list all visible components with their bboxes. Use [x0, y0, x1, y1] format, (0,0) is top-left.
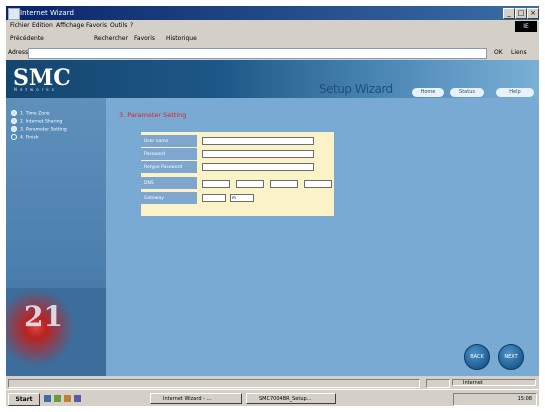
smc-logo-subtitle: Networks [14, 87, 57, 92]
ie-window-icon [8, 8, 20, 20]
step-parameter-setting[interactable]: 3. Parameter Setting [11, 126, 67, 134]
taskbar-item-setup[interactable]: SMC7004BR_Setup... [246, 393, 336, 404]
menu-bar: Fichier Edition Affichage Favoris Outils… [6, 21, 539, 32]
parameter-form: User name Password Retype Password DNS G… [141, 132, 334, 216]
quicklaunch-ie-icon[interactable] [44, 395, 51, 402]
system-tray: 15:08 [453, 393, 537, 406]
header-banner: SMC Networks Setup Wizard Home Status He… [6, 60, 539, 98]
close-button[interactable]: × [527, 8, 539, 19]
taskbar-item-browser[interactable]: Internet Wizard - ... [150, 393, 242, 404]
ie-throbber-logo: IE [515, 21, 537, 32]
status-internet-zone: Internet [452, 379, 536, 386]
page-viewport: SMC Networks Setup Wizard Home Status He… [6, 60, 539, 376]
start-button[interactable]: Start [8, 393, 40, 406]
tab-help[interactable]: Help [496, 88, 534, 97]
dns-octet-1[interactable] [202, 180, 230, 188]
address-input[interactable] [28, 48, 487, 59]
window-title: Internet Wizard [20, 9, 74, 17]
favorites-button[interactable]: Favoris [134, 35, 155, 42]
quicklaunch-outlook-icon[interactable] [54, 395, 61, 402]
gateway-input-2[interactable]: m [230, 194, 254, 202]
step-label: 3. Parameter Setting [20, 127, 67, 133]
quicklaunch-desktop-icon[interactable] [64, 395, 71, 402]
search-button[interactable]: Rechercher [94, 35, 128, 42]
retype-password-input[interactable] [202, 163, 314, 171]
main-panel: 3. Parameter Setting User name Password … [106, 98, 539, 376]
menu-edit[interactable]: Edition [32, 22, 53, 29]
maximize-button[interactable]: □ [515, 8, 527, 19]
dns-octet-4[interactable] [304, 180, 332, 188]
desktop-screen: Internet Wizard _ □ × Fichier Edition Af… [6, 6, 539, 406]
step-finish[interactable]: 4. Finish [11, 134, 39, 142]
password-input[interactable] [202, 150, 314, 158]
tab-home[interactable]: Home [412, 88, 444, 97]
status-text-zone [8, 379, 420, 388]
back-nav-button[interactable]: BACK [464, 344, 490, 370]
menu-tools[interactable]: Outils [110, 22, 127, 29]
step-done-icon [11, 126, 17, 132]
next-nav-button[interactable]: NEXT [498, 344, 524, 370]
menu-help[interactable]: ? [130, 22, 133, 29]
quicklaunch-media-icon[interactable] [74, 395, 81, 402]
browser-toolbar: Précédente Rechercher Favoris Historique [6, 33, 539, 46]
setup-wizard-title: Setup Wizard [319, 82, 393, 96]
gateway-input-1[interactable] [202, 194, 226, 202]
minimize-button[interactable]: _ [503, 8, 515, 19]
tab-status[interactable]: Status [450, 88, 484, 97]
wizard-sidebar: 1. Time Zone 2. Internet Sharing 3. Para… [6, 98, 106, 376]
step-label: 4. Finish [20, 135, 39, 141]
menu-favorites[interactable]: Favoris [86, 22, 107, 29]
back-button[interactable]: Précédente [10, 35, 44, 42]
step-done-icon [11, 118, 17, 124]
retype-password-label: Retype Password [141, 161, 197, 174]
status-bar: Internet [6, 377, 539, 388]
links-button[interactable]: Liens [511, 49, 527, 56]
address-bar: Adresse OK Liens [6, 47, 539, 59]
decorative-21-graphic: 21 [24, 300, 63, 333]
step-label: 2. Internet Sharing [20, 119, 63, 125]
step-pending-icon [11, 134, 17, 140]
go-button[interactable]: OK [494, 49, 503, 56]
taskbar: Start Internet Wizard - ... SMC7004BR_Se… [6, 389, 539, 406]
username-input[interactable] [202, 137, 314, 145]
status-lock-zone [426, 379, 450, 388]
dns-label: DNS [141, 177, 197, 190]
username-label: User name [141, 135, 197, 148]
menu-view[interactable]: Affichage [56, 22, 84, 29]
password-label: Password [141, 148, 197, 161]
page-heading: 3. Parameter Setting [119, 111, 187, 119]
dns-octet-2[interactable] [236, 180, 264, 188]
step-label: 1. Time Zone [20, 111, 50, 117]
clock: 15:08 [517, 396, 532, 402]
history-button[interactable]: Historique [166, 35, 197, 42]
step-done-icon [11, 110, 17, 116]
gateway-label: Gateway [141, 192, 197, 205]
sidebar-decoration: 21 [6, 288, 106, 376]
step-time-zone[interactable]: 1. Time Zone [11, 110, 50, 118]
window-titlebar: Internet Wizard _ □ × [6, 6, 539, 20]
dns-octet-3[interactable] [270, 180, 298, 188]
step-internet-sharing[interactable]: 2. Internet Sharing [11, 118, 62, 126]
menu-file[interactable]: Fichier [10, 22, 30, 29]
